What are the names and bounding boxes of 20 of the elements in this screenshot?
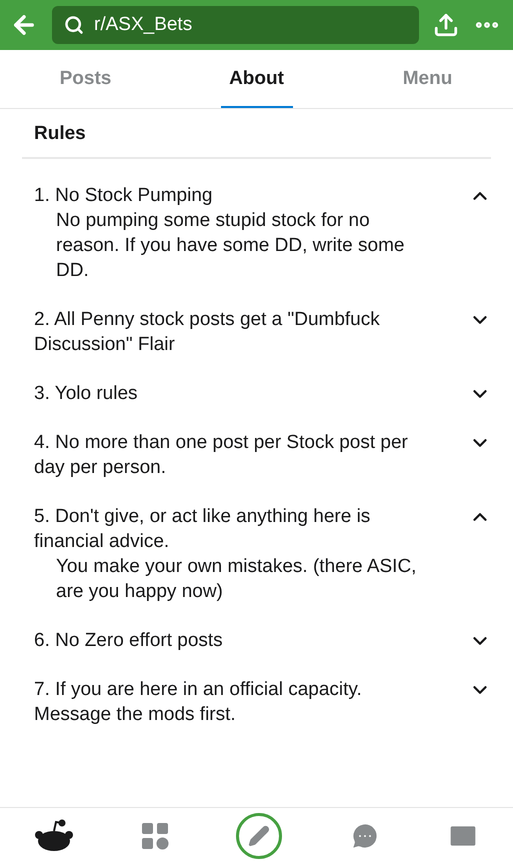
- tab[interactable]: Posts: [0, 50, 171, 108]
- search-icon: [64, 15, 84, 35]
- rule-description: You make your own mistakes. (there ASIC, are you happy now): [55, 555, 418, 604]
- rule-title: 6. No Zero effort posts: [34, 629, 224, 653]
- grid-icon[interactable]: [141, 822, 170, 850]
- search-field[interactable]: r/ASX_Bets: [52, 6, 419, 44]
- rule-title: 7. If you are here in an official capacity. Message the mods first.: [34, 678, 363, 727]
- create-button[interactable]: [236, 812, 282, 858]
- section-heading: Rules: [22, 109, 491, 159]
- rule-title: 1. No Stock Pumping: [34, 184, 214, 208]
- rule-description: No pumping some stupid stock for no reason. If you have some DD, write some DD.: [55, 209, 406, 283]
- rule-title: 2. All Penny stock posts get a "Dumbfuck Discussion" Flair: [34, 308, 381, 357]
- tab[interactable]: Menu: [342, 50, 513, 108]
- home-icon[interactable]: [34, 818, 74, 852]
- rule-title: 4. No more than one post per Stock post per day per person.: [34, 431, 409, 480]
- pencil-icon: [248, 824, 270, 846]
- tab[interactable]: About: [171, 50, 342, 108]
- share-icon[interactable]: [433, 12, 459, 38]
- rule-title: 3. Yolo rules: [34, 382, 139, 406]
- rule-title: 5. Don't give, or act like anything here is financial advice.: [34, 505, 372, 554]
